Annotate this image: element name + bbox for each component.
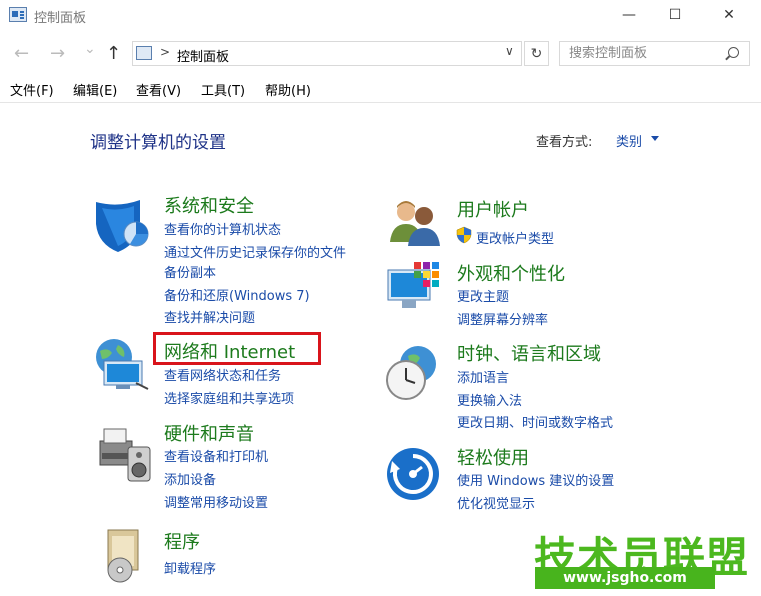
ease-of-access-icon[interactable] (386, 445, 442, 503)
maximize-button[interactable]: ☐ (652, 0, 698, 30)
link-backup-copy[interactable]: 备份副本 (164, 262, 216, 281)
appearance-icon[interactable] (384, 260, 444, 314)
link-screen-resolution[interactable]: 调整屏幕分辨率 (457, 309, 548, 328)
menu-help[interactable]: 帮助(H) (265, 80, 311, 99)
control-panel-icon (9, 7, 27, 22)
link-network-status[interactable]: 查看网络状态和任务 (164, 365, 281, 384)
up-arrow-icon[interactable]: ↑ (106, 43, 121, 64)
search-box[interactable] (559, 41, 750, 66)
link-file-history[interactable]: 通过文件历史记录保存你的文件 (164, 242, 346, 261)
search-icon[interactable] (728, 47, 739, 58)
link-recommended-settings[interactable]: 使用 Windows 建议的设置 (457, 470, 614, 489)
link-uninstall-program[interactable]: 卸载程序 (164, 558, 216, 577)
watermark-url: www.jsgho.com (535, 567, 715, 589)
search-input[interactable] (560, 42, 729, 65)
link-devices-printers[interactable]: 查看设备和打印机 (164, 446, 268, 465)
clock-globe-icon[interactable] (384, 344, 442, 404)
link-date-time-format[interactable]: 更改日期、时间或数字格式 (457, 412, 613, 431)
link-mobility-settings[interactable]: 调整常用移动设置 (164, 492, 268, 511)
minimize-button[interactable]: — (606, 0, 652, 30)
forward-arrow-icon[interactable]: → (50, 43, 65, 64)
chevron-right-icon[interactable]: > (160, 45, 170, 59)
link-troubleshoot[interactable]: 查找并解决问题 (164, 307, 255, 326)
uac-shield-icon (456, 226, 472, 244)
link-change-input-method[interactable]: 更换输入法 (457, 390, 522, 409)
menu-tools[interactable]: 工具(T) (201, 80, 245, 99)
window-title: 控制面板 (34, 11, 87, 26)
title-bar: 控制面板 — ☐ ✕ (0, 0, 761, 32)
close-button[interactable]: ✕ (706, 0, 752, 30)
refresh-button[interactable]: ↻ (524, 41, 549, 66)
shield-icon[interactable] (92, 196, 150, 254)
caret-down-icon[interactable] (651, 136, 659, 141)
breadcrumb[interactable]: 控制面板 (177, 46, 229, 65)
printer-icon[interactable] (92, 423, 154, 483)
menu-file[interactable]: 文件(F) (10, 80, 54, 99)
control-panel-icon (136, 46, 152, 60)
category-system-security[interactable]: 系统和安全 (164, 192, 254, 218)
category-hardware-sound[interactable]: 硬件和声音 (164, 420, 254, 446)
page-title: 调整计算机的设置 (90, 133, 226, 153)
highlight-box (153, 332, 321, 365)
category-clock-language-region[interactable]: 时钟、语言和区域 (457, 340, 601, 366)
link-add-language[interactable]: 添加语言 (457, 367, 509, 386)
category-programs[interactable]: 程序 (164, 528, 200, 554)
programs-icon[interactable] (98, 528, 152, 584)
link-optimize-display[interactable]: 优化视觉显示 (457, 493, 535, 512)
menu-edit[interactable]: 编辑(E) (73, 80, 117, 99)
recent-locations-icon[interactable]: ⌄ (84, 41, 96, 57)
back-arrow-icon[interactable]: ← (14, 43, 29, 64)
link-view-computer-status[interactable]: 查看你的计算机状态 (164, 219, 281, 238)
network-globe-icon[interactable] (90, 337, 152, 393)
menu-bar: 文件(F) 编辑(E) 查看(V) 工具(T) 帮助(H) (0, 80, 761, 102)
user-accounts-icon[interactable] (386, 198, 444, 248)
divider (0, 102, 761, 103)
category-appearance[interactable]: 外观和个性化 (457, 260, 565, 286)
link-backup-restore[interactable]: 备份和还原(Windows 7) (164, 285, 310, 304)
link-change-account-type[interactable]: 更改帐户类型 (476, 228, 554, 247)
link-change-theme[interactable]: 更改主题 (457, 286, 509, 305)
chevron-down-icon[interactable]: ∨ (505, 44, 514, 58)
category-user-accounts[interactable]: 用户帐户 (457, 196, 529, 222)
view-by-label: 查看方式: (536, 135, 593, 150)
menu-view[interactable]: 查看(V) (136, 80, 181, 99)
link-add-device[interactable]: 添加设备 (164, 469, 216, 488)
view-by-dropdown[interactable]: 类别 (616, 131, 642, 150)
address-bar[interactable]: > 控制面板 ∨ (132, 41, 522, 66)
category-ease-of-access[interactable]: 轻松使用 (457, 444, 529, 470)
link-homegroup[interactable]: 选择家庭组和共享选项 (164, 388, 294, 407)
